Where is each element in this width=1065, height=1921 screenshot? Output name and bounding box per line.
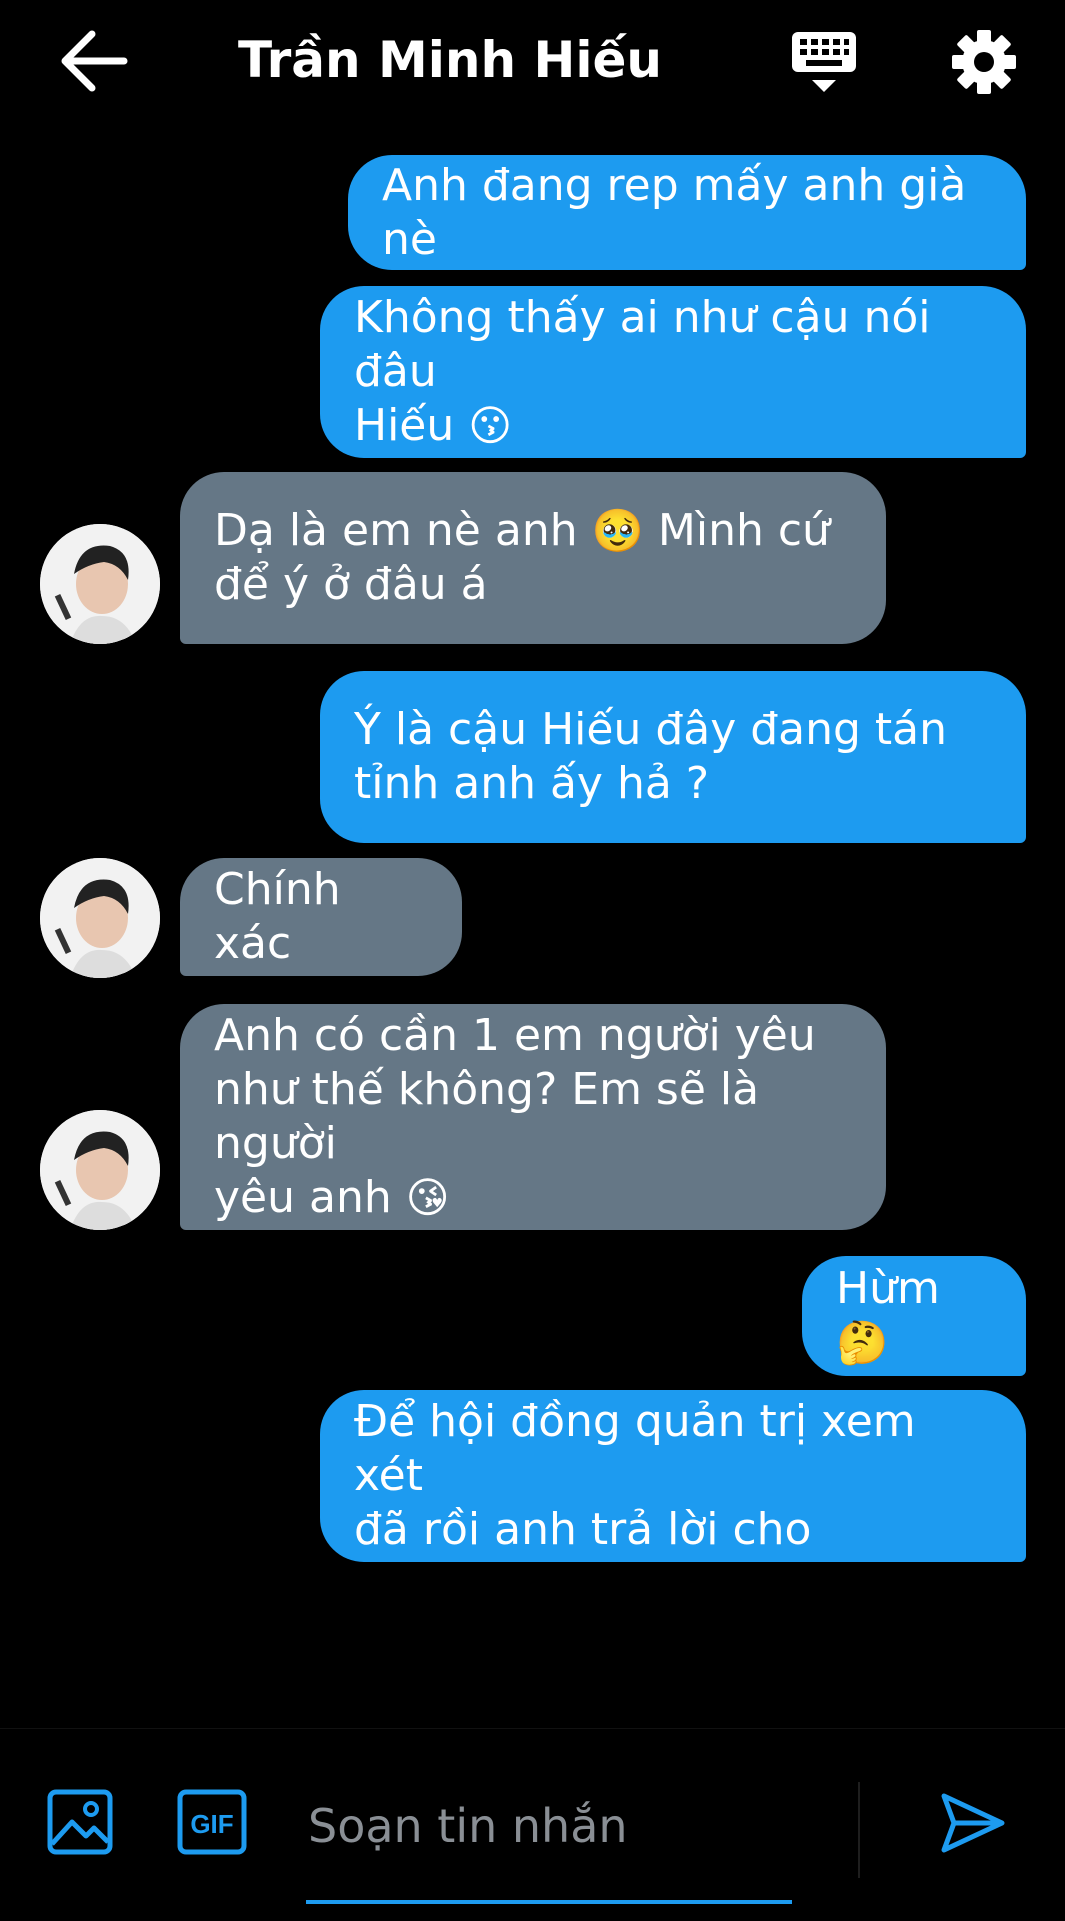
message-bubble-outgoing[interactable]: Hừm🤔 <box>802 1256 1026 1376</box>
chat-header: Trần Minh Hiếu <box>0 0 1065 120</box>
message-text: Dạ là em nè anh 🥹 Mình cứ để ý ở đâu á <box>214 505 830 610</box>
message-bubble-outgoing[interactable]: Ý là cậu Hiếu đây đang tán tỉnh anh ấy h… <box>320 671 1026 843</box>
image-icon <box>47 1789 113 1855</box>
message-bubble-outgoing[interactable]: Để hội đồng quản trị xem xét đã rồi anh … <box>320 1390 1026 1562</box>
gear-icon <box>952 30 1016 94</box>
contact-avatar-image <box>40 524 160 644</box>
arrow-left-icon <box>61 30 128 92</box>
message-bubble-outgoing[interactable]: Không thấy ai như cậu nói đâu Hiếu 😗 <box>320 286 1026 458</box>
thinking-face-emoji: 🤔 <box>836 1318 889 1367</box>
message-text: Ý là cậu Hiếu đây đang tán tỉnh anh ấy h… <box>354 704 948 809</box>
avatar[interactable] <box>40 1110 160 1230</box>
message-text: Để hội đồng quản trị xem xét đã rồi anh … <box>354 1396 916 1555</box>
keyboard-icon <box>792 32 856 92</box>
gif-button[interactable]: GIF <box>176 1788 248 1856</box>
message-text: Hừm🤔 <box>836 1263 940 1367</box>
divider <box>858 1782 860 1878</box>
face-blowing-kiss-emoji: 😘 <box>405 1173 450 1222</box>
send-icon <box>941 1793 1005 1853</box>
message-bubble-incoming[interactable]: Anh có cần 1 em người yêu như thế không?… <box>180 1004 886 1230</box>
contact-avatar-image <box>40 1110 160 1230</box>
chat-title: Trần Minh Hiếu <box>238 31 662 89</box>
message-text: Anh đang rep mấy anh già nè <box>382 159 981 265</box>
gif-label: GIF <box>190 1809 233 1839</box>
message-text: Anh có cần 1 em người yêu như thế không?… <box>214 1010 816 1223</box>
avatar[interactable] <box>40 524 160 644</box>
message-bubble-incoming[interactable]: Chính xác <box>180 858 462 976</box>
send-button[interactable] <box>938 1788 1008 1858</box>
gif-icon: GIF <box>177 1789 247 1855</box>
input-focus-underline <box>306 1900 792 1904</box>
settings-button[interactable] <box>950 28 1018 96</box>
contact-avatar-image <box>40 858 160 978</box>
message-input[interactable] <box>306 1780 796 1872</box>
pleading-face-emoji: 🥹 <box>591 506 644 555</box>
keyboard-button[interactable] <box>788 28 860 100</box>
back-button[interactable] <box>58 28 128 94</box>
kissing-face-emoji: 😗 <box>468 401 513 450</box>
message-bubble-incoming[interactable]: Dạ là em nè anh 🥹 Mình cứ để ý ở đâu á <box>180 472 886 644</box>
message-text: Không thấy ai như cậu nói đâu Hiếu 😗 <box>354 292 931 451</box>
avatar[interactable] <box>40 858 160 978</box>
attach-image-button[interactable] <box>46 1788 114 1856</box>
message-text: Chính xác <box>214 864 355 969</box>
message-bubble-outgoing[interactable]: Anh đang rep mấy anh già nè <box>348 155 1026 270</box>
